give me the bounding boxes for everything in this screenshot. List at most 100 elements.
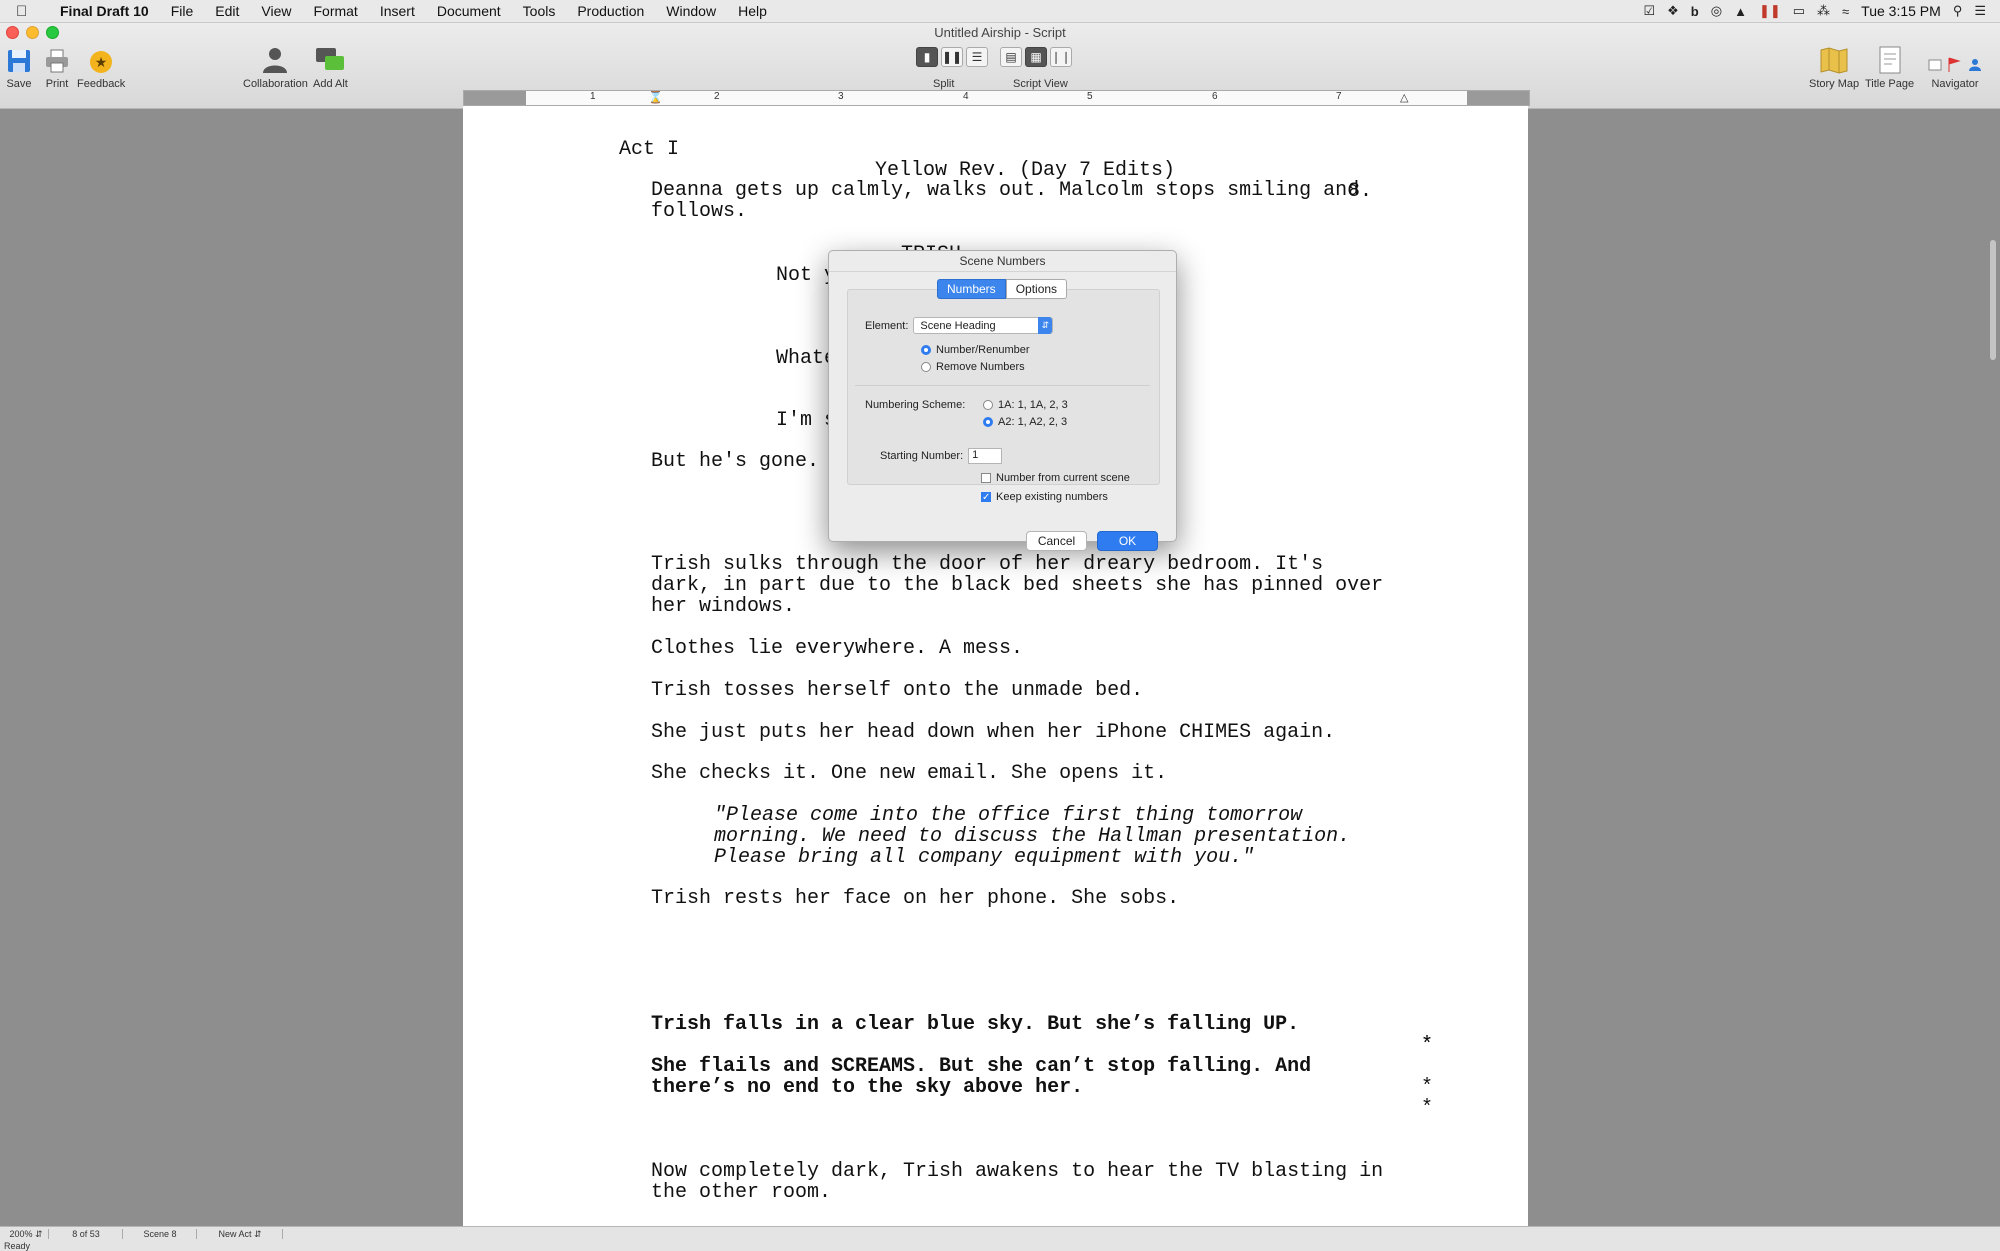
action-line[interactable]: She just puts her head down when her iPh… <box>651 722 1335 743</box>
tab-options[interactable]: Options <box>1005 279 1068 299</box>
feedback-label: Feedback <box>77 78 126 90</box>
menu-edit[interactable]: Edit <box>215 3 239 19</box>
checkbox-status-icon[interactable]: ☑ <box>1643 3 1655 19</box>
from-current-checkbox[interactable] <box>981 473 991 483</box>
starting-number-input[interactable]: 1 <box>968 448 1003 464</box>
vertical-scrollbar[interactable] <box>1990 240 1996 360</box>
story-map-label: Story Map <box>1809 78 1860 90</box>
email-text-line[interactable]: morning. We need to discuss the Hallman … <box>714 826 1350 847</box>
ruler[interactable]: 1 2 3 4 5 6 7 ⌛ △ <box>463 90 1530 106</box>
navigator-icons <box>1927 44 1983 74</box>
add-alt-button[interactable]: Add Alt <box>313 44 348 90</box>
apple-icon[interactable]:  <box>16 3 36 20</box>
action-line[interactable]: there’s no end to the sky above her. <box>651 1077 1083 1098</box>
b-app-icon[interactable]: b <box>1691 4 1699 19</box>
page-indicator[interactable]: 8 of 53 <box>50 1229 123 1239</box>
from-current-option[interactable]: Number from current scene <box>981 472 1130 484</box>
drive-icon[interactable]: ▲ <box>1734 4 1747 19</box>
collaboration-button[interactable]: Collaboration <box>243 44 308 90</box>
renumber-option[interactable]: Number/Renumber <box>921 344 1030 356</box>
scheme-1a-radio[interactable] <box>983 400 993 410</box>
action-line[interactable]: She checks it. One new email. She opens … <box>651 763 1167 784</box>
story-map-button[interactable]: Story Map <box>1809 44 1859 90</box>
print-label: Print <box>45 78 69 90</box>
dialogue-line[interactable]: I'm s <box>776 410 836 431</box>
list-icon[interactable]: ☰ <box>1974 3 1986 19</box>
from-current-label: Number from current scene <box>996 472 1130 484</box>
email-text-line[interactable]: Please bring all company equipment with … <box>714 847 1254 868</box>
bluetooth-icon[interactable]: ⁂ <box>1817 3 1830 19</box>
document-icon <box>1878 44 1902 74</box>
ruler-right-margin <box>1467 91 1529 105</box>
action-line[interactable]: Trish rests her face on her phone. She s… <box>651 888 1179 909</box>
act-select[interactable]: New Act ⇵ <box>198 1229 283 1239</box>
action-line[interactable]: Trish falls in a clear blue sky. But she… <box>651 1014 1299 1035</box>
menu-document[interactable]: Document <box>437 3 501 19</box>
menu-app-name[interactable]: Final Draft 10 <box>60 3 149 19</box>
dialogue-line[interactable]: Not y <box>776 265 836 286</box>
print-button[interactable]: Print <box>44 44 70 90</box>
navigator-label: Navigator <box>1931 78 1979 90</box>
action-line[interactable]: But he's gone. <box>651 451 819 472</box>
divider <box>855 385 1150 386</box>
action-line[interactable]: Deanna gets up calmly, walks out. Malcol… <box>651 180 1359 201</box>
keep-existing-option[interactable]: ✓ Keep existing numbers <box>981 491 1108 503</box>
action-line[interactable]: Now completely dark, Trish awakens to he… <box>651 1161 1383 1182</box>
email-text-line[interactable]: "Please come into the office first thing… <box>714 805 1302 826</box>
pause-icon[interactable]: ❚❚ <box>1759 3 1781 19</box>
scheme-1a-option[interactable]: 1A: 1, 1A, 2, 3 <box>983 399 1068 411</box>
action-line[interactable]: Trish tosses herself onto the unmade bed… <box>651 680 1143 701</box>
search-icon[interactable]: ⚲ <box>1953 3 1963 19</box>
split-vertical-icon[interactable]: ❚❚ <box>941 47 963 67</box>
tab-numbers[interactable]: Numbers <box>937 279 1006 299</box>
menu-insert[interactable]: Insert <box>380 3 415 19</box>
action-line[interactable]: Clothes lie everywhere. A mess. <box>651 638 1023 659</box>
airplay-icon[interactable]: ▭ <box>1793 3 1805 19</box>
dialogue-line[interactable]: Whate <box>776 348 836 369</box>
menu-format[interactable]: Format <box>313 3 357 19</box>
menu-file[interactable]: File <box>171 3 194 19</box>
renumber-radio[interactable] <box>921 345 931 355</box>
navigator-button[interactable]: Navigator <box>1927 44 1983 90</box>
wifi-icon[interactable]: ≈ <box>1842 4 1849 19</box>
action-line[interactable]: her windows. <box>651 596 795 617</box>
scheme-a2-radio[interactable] <box>983 417 993 427</box>
action-line[interactable]: the other room. <box>651 1182 831 1203</box>
save-button[interactable]: Save <box>6 44 32 90</box>
clock[interactable]: Tue 3:15 PM <box>1861 3 1941 19</box>
chevron-updown-icon: ⇵ <box>35 1228 43 1239</box>
dropbox-icon[interactable]: ❖ <box>1667 3 1679 19</box>
menu-window[interactable]: Window <box>666 3 716 19</box>
chat-bubbles-icon <box>315 44 345 74</box>
right-indent-marker-icon[interactable]: △ <box>1400 91 1408 104</box>
act-value: New Act <box>218 1229 252 1239</box>
page-view-icon[interactable]: ▦ <box>1025 47 1047 67</box>
menu-view[interactable]: View <box>261 3 291 19</box>
cancel-button[interactable]: Cancel <box>1026 531 1087 551</box>
split-horizontal-icon[interactable]: ☰ <box>966 47 988 67</box>
ruler-mark-1: 1 <box>590 91 596 102</box>
action-line[interactable]: dark, in part due to the black bed sheet… <box>651 575 1383 596</box>
action-line[interactable]: Trish sulks through the door of her drea… <box>651 554 1323 575</box>
single-page-view-icon[interactable]: ▮ <box>916 47 938 67</box>
remove-numbers-option[interactable]: Remove Numbers <box>921 361 1025 373</box>
element-select[interactable]: Scene Heading ⇵ <box>913 317 1054 334</box>
menu-production[interactable]: Production <box>577 3 644 19</box>
menu-tools[interactable]: Tools <box>523 3 556 19</box>
scheme-a2-option[interactable]: A2: 1, A2, 2, 3 <box>983 416 1067 428</box>
title-page-button[interactable]: Title Page <box>1865 44 1914 90</box>
left-indent-marker-icon[interactable]: ⌛ <box>648 91 663 104</box>
action-line[interactable]: follows. <box>651 201 747 222</box>
ruler-mark-3: 3 <box>838 91 844 102</box>
ok-button[interactable]: OK <box>1097 531 1158 551</box>
keep-existing-checkbox[interactable]: ✓ <box>981 492 991 503</box>
feedback-button[interactable]: ★ Feedback <box>77 44 125 90</box>
speed-view-icon[interactable]: ❘❘ <box>1050 47 1072 67</box>
cloud-sync-icon[interactable]: ◎ <box>1711 3 1722 19</box>
normal-view-icon[interactable]: ▤ <box>1000 47 1022 67</box>
remove-numbers-radio[interactable] <box>921 362 931 372</box>
scene-indicator[interactable]: Scene 8 <box>124 1229 197 1239</box>
add-alt-label: Add Alt <box>313 78 348 90</box>
zoom-select[interactable]: 200% ⇵ <box>4 1229 49 1239</box>
menu-help[interactable]: Help <box>738 3 767 19</box>
